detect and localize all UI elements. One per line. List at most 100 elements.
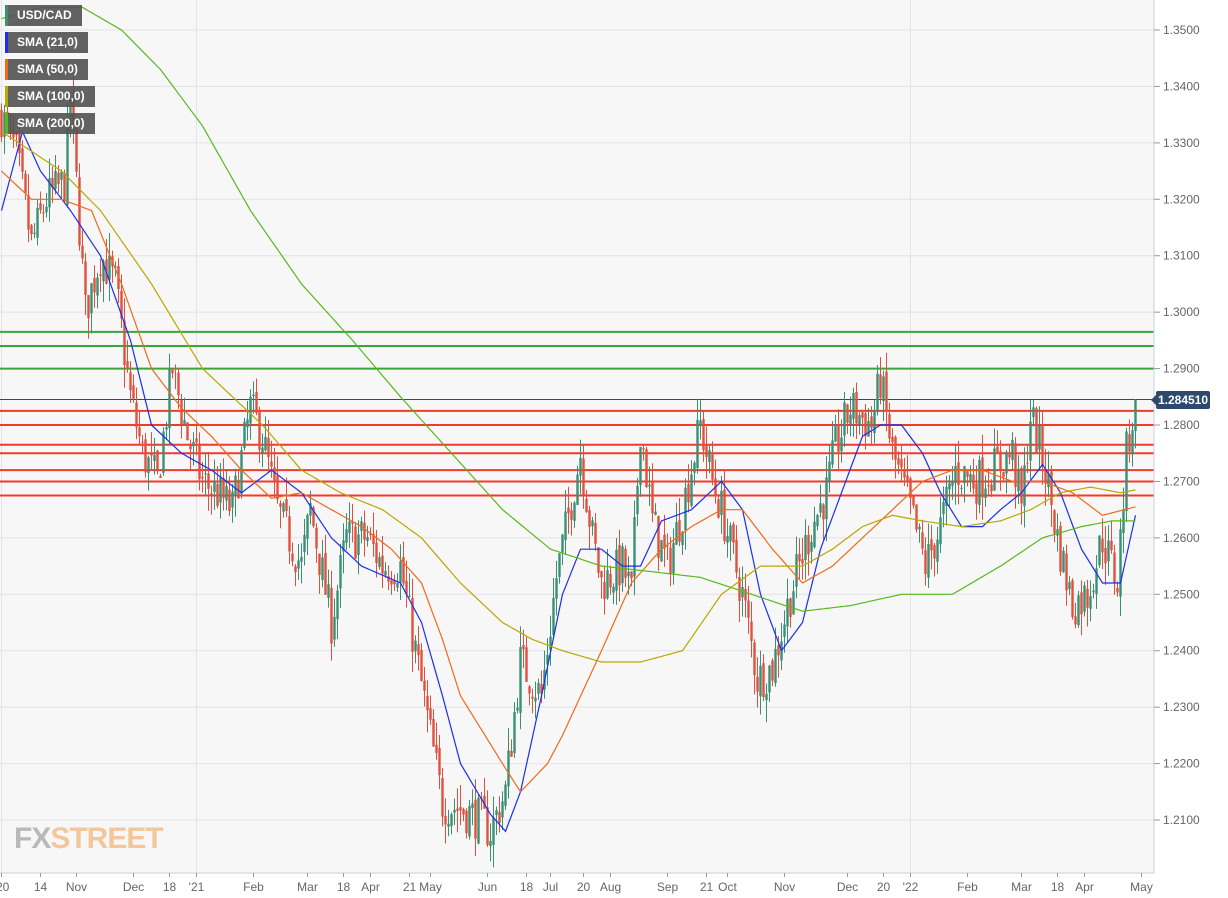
legend-swatch — [5, 59, 8, 80]
candle-body — [876, 373, 879, 411]
candle-body — [618, 544, 621, 586]
candle-body — [693, 462, 696, 473]
candle-body — [141, 441, 144, 443]
legend-item[interactable]: SMA (200,0) — [5, 113, 95, 134]
candle-body — [951, 480, 954, 486]
candle-body — [552, 598, 555, 635]
candle-body — [450, 814, 453, 827]
candle-body — [258, 411, 261, 450]
candle-body — [735, 539, 738, 573]
candle-body — [870, 416, 873, 428]
y-tick-label: 1.3300 — [1163, 136, 1200, 150]
x-tick-label: Feb — [957, 880, 978, 894]
candle-body — [396, 583, 399, 588]
candle-body — [1029, 421, 1032, 461]
candle-body — [1011, 439, 1014, 461]
legend-item[interactable]: SMA (50,0) — [5, 59, 88, 80]
candle-body — [126, 361, 129, 369]
candle-body — [534, 697, 537, 702]
candle-body — [246, 419, 249, 428]
candle-body — [1062, 550, 1065, 573]
x-tick-label: Mar — [1011, 880, 1032, 894]
candle-body — [837, 426, 840, 452]
candle-body — [1119, 529, 1122, 597]
candle-body — [915, 504, 918, 530]
candle-body — [1056, 529, 1059, 536]
candle-body — [606, 570, 609, 599]
candle-body — [510, 750, 513, 757]
x-tick-label: 21 — [403, 880, 417, 894]
legend-label: SMA (100,0) — [17, 89, 85, 103]
candle-body — [801, 559, 804, 564]
candle-body — [27, 195, 30, 230]
y-tick-label: 1.2300 — [1163, 700, 1200, 714]
x-tick-label: 18 — [1051, 880, 1065, 894]
candle-body — [1092, 590, 1095, 593]
legend-item[interactable]: USD/CAD — [5, 5, 82, 26]
candle-body — [990, 484, 993, 492]
x-tick-label: 18 — [520, 880, 534, 894]
candle-body — [234, 475, 237, 496]
candle-body — [861, 412, 864, 418]
candle-body — [858, 415, 861, 426]
candle-body — [975, 483, 978, 504]
candle-body — [744, 588, 747, 601]
candle-body — [180, 400, 183, 425]
candle-body — [867, 420, 870, 437]
y-tick-label: 1.3200 — [1163, 192, 1200, 206]
candle-body — [558, 553, 561, 577]
y-tick-label: 1.3000 — [1163, 305, 1200, 319]
y-tick-label: 1.2900 — [1163, 362, 1200, 376]
candle-body — [171, 369, 174, 374]
candle-body — [939, 517, 942, 545]
candle-body — [576, 474, 579, 505]
candle-body — [432, 719, 435, 747]
y-tick-label: 1.2800 — [1163, 418, 1200, 432]
candle-body — [687, 483, 690, 503]
legend-item[interactable]: SMA (100,0) — [5, 86, 95, 107]
legend-item[interactable]: SMA (21,0) — [5, 32, 88, 53]
candle-body — [798, 553, 801, 562]
candle-body — [144, 439, 147, 473]
candle-body — [885, 371, 888, 412]
candle-body — [507, 750, 510, 787]
candle-body — [675, 522, 678, 545]
price-chart[interactable]: 1.2100 1.2200 1.2300 1.2400 1.2500 1.2600 1.27… — [0, 0, 1228, 898]
candle-body — [33, 232, 36, 234]
candle-body — [264, 436, 267, 451]
candle-body — [468, 806, 471, 837]
candle-body — [96, 277, 99, 296]
candle-body — [1002, 472, 1005, 478]
candle-body — [291, 553, 294, 562]
candle-body — [981, 457, 984, 498]
candle-body — [24, 173, 27, 194]
x-tick-label: 21 — [700, 880, 714, 894]
candle-body — [669, 547, 672, 575]
y-tick-label: 1.2700 — [1163, 474, 1200, 488]
candle-body — [1116, 587, 1119, 593]
candle-body — [942, 501, 945, 515]
candle-body — [1005, 452, 1008, 474]
legend-label: SMA (50,0) — [17, 62, 78, 76]
candle-body — [30, 225, 33, 235]
candle-body — [198, 443, 201, 480]
candle-body — [261, 447, 264, 453]
candle-body — [477, 797, 480, 844]
x-tick-label: 14 — [34, 880, 48, 894]
candle-body — [804, 535, 807, 561]
x-tick-label: Apr — [1075, 880, 1094, 894]
candle-body — [99, 274, 102, 276]
candle-body — [1086, 588, 1089, 608]
candle-body — [255, 391, 258, 414]
candle-body — [243, 421, 246, 448]
candle-body — [750, 621, 753, 642]
x-tick-label: '22 — [903, 880, 919, 894]
candle-body — [1083, 585, 1086, 612]
x-tick-label: Jun — [478, 880, 497, 894]
candle-body — [828, 461, 831, 481]
candle-body — [609, 573, 612, 588]
candle-body — [978, 459, 981, 505]
candle-body — [276, 475, 279, 500]
candle-body — [948, 483, 951, 490]
candle-body — [588, 510, 591, 527]
